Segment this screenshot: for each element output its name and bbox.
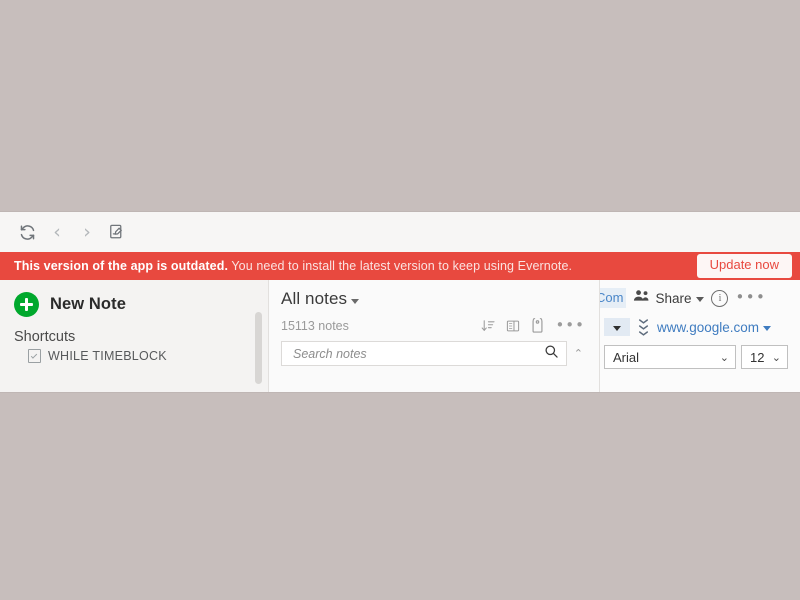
chevron-left-icon[interactable]: ‹ (42, 218, 72, 246)
editor-more-options-icon[interactable]: ••• (735, 290, 766, 304)
notes-meta-row: 15113 notes ••• (281, 318, 585, 333)
url-chevron-down-icon (763, 326, 772, 331)
share-button[interactable]: Share (633, 289, 705, 307)
note-source-url-link[interactable]: www.google.com (657, 319, 772, 335)
new-note-button[interactable]: New Note (0, 290, 268, 317)
chevron-down-icon: ⌄ (719, 350, 729, 364)
sidebar-item-while-timeblock[interactable]: WHILE TIMEBLOCK (0, 345, 268, 363)
chevron-down-icon: ⌄ (771, 350, 781, 364)
shortcut-label: WHILE TIMEBLOCK (48, 349, 167, 363)
search-box[interactable] (281, 341, 567, 366)
font-size-select[interactable]: 12 ⌄ (741, 345, 788, 369)
app-body: New Note Shortcuts WHILE TIMEBLOCK All n… (0, 280, 800, 392)
font-size-value: 12 (750, 349, 765, 365)
banner-message: This version of the app is outdated. You… (14, 259, 572, 273)
app-toolbar: ‹ › (0, 212, 800, 252)
note-editor-panel: Com Share i ••• www.google.com Arial ⌄ 1… (600, 280, 800, 392)
all-notes-label: All notes (281, 289, 348, 308)
chevron-down-icon (351, 298, 360, 304)
view-layout-icon[interactable] (506, 319, 520, 333)
editor-link-row: www.google.com (604, 318, 794, 336)
notes-toolbar-icons: ••• (481, 318, 585, 333)
notes-count-label: 15113 notes (281, 318, 349, 333)
new-note-label: New Note (50, 295, 126, 313)
search-input[interactable] (291, 345, 544, 362)
dropdown-arrow-button[interactable] (604, 318, 630, 336)
editor-top-row: Com Share i ••• (600, 288, 794, 308)
new-note-document-icon[interactable] (102, 218, 132, 246)
banner-message-bold: This version of the app is outdated. (14, 259, 229, 273)
all-notes-dropdown[interactable]: All notes (281, 289, 585, 309)
left-sidebar: New Note Shortcuts WHILE TIMEBLOCK (0, 280, 268, 392)
collapse-search-chevron-icon[interactable]: ⌃ (572, 347, 585, 360)
notes-list-panel: All notes 15113 notes ••• Search notes ⌃ (269, 280, 599, 392)
banner-message-rest: You need to install the latest version t… (228, 259, 573, 273)
share-label: Share (655, 290, 692, 306)
tag-label-icon[interactable] (531, 318, 544, 333)
info-circle-icon[interactable]: i (711, 289, 729, 307)
search-row: ⌃ (281, 341, 585, 366)
update-now-button[interactable]: Update now (696, 254, 792, 278)
people-share-icon (633, 289, 650, 307)
share-chevron-down-icon (696, 297, 705, 302)
sort-order-icon[interactable] (481, 319, 495, 333)
double-chevron-down-icon[interactable] (638, 318, 649, 336)
plus-circle-icon (14, 292, 39, 317)
font-family-value: Arial (613, 349, 640, 365)
more-options-icon[interactable]: ••• (555, 318, 585, 333)
sidebar-scrollbar[interactable] (255, 312, 262, 384)
search-icon[interactable] (544, 344, 559, 364)
editor-font-row: Arial ⌄ 12 ⌄ (604, 345, 794, 369)
url-text: www.google.com (657, 319, 760, 335)
chevron-right-icon[interactable]: › (72, 218, 102, 246)
note-check-icon (28, 349, 41, 363)
comments-button[interactable]: Com (600, 288, 627, 308)
sidebar-section-shortcuts[interactable]: Shortcuts (0, 317, 268, 345)
outdated-version-banner: This version of the app is outdated. You… (0, 252, 800, 280)
evernote-app-window: ‹ › This version of the app is outdated.… (0, 212, 800, 392)
font-family-select[interactable]: Arial ⌄ (604, 345, 736, 369)
sync-refresh-icon[interactable] (12, 218, 42, 246)
chevron-down-icon (613, 325, 621, 331)
